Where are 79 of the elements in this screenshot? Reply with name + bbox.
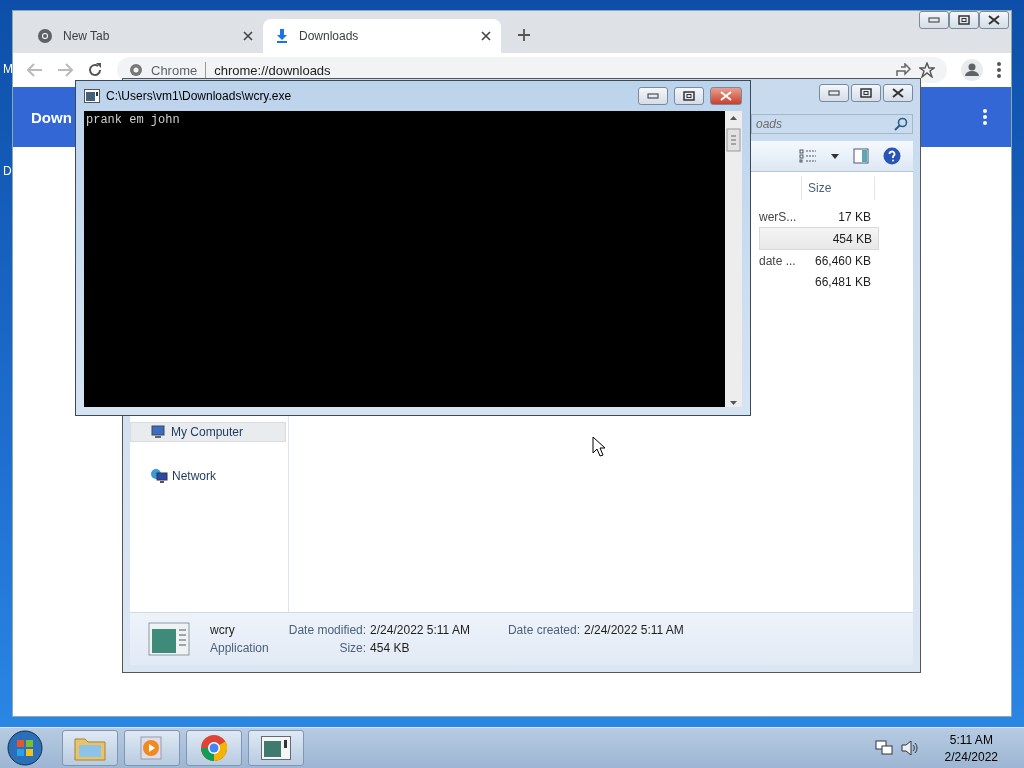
chrome-logo-icon	[200, 734, 228, 762]
nav-item[interactable]: Network	[130, 466, 286, 486]
maximize-icon	[958, 15, 970, 25]
file-size: 66,460 KB	[813, 253, 872, 268]
close-icon	[988, 15, 1000, 25]
taskbar-button[interactable]	[186, 730, 242, 766]
minimize-icon	[928, 17, 940, 23]
profile-icon[interactable]	[961, 59, 983, 81]
computer-icon	[151, 425, 167, 439]
file-row[interactable]: 66,481 KB	[759, 271, 879, 292]
minimize-icon	[828, 90, 840, 96]
view-options-icon[interactable]	[799, 149, 817, 163]
close-icon	[720, 91, 732, 101]
maximize-button[interactable]	[851, 84, 881, 102]
detail-label: Date created:	[507, 623, 580, 637]
file-name: werS...	[759, 209, 798, 224]
file-name: wcry	[210, 623, 236, 637]
folder-icon	[74, 735, 106, 761]
minimize-icon	[647, 93, 659, 99]
close-icon[interactable]	[481, 31, 491, 41]
reload-icon[interactable]	[87, 62, 103, 78]
browser-tab[interactable]: Downloads	[263, 19, 501, 53]
search-field[interactable]: oads	[751, 114, 913, 134]
minimize-button[interactable]	[638, 87, 668, 105]
chrome-logo-icon	[129, 63, 143, 77]
volume-icon[interactable]	[900, 740, 919, 756]
detail-value: 2/24/2022 5:11 AM	[370, 623, 470, 637]
network-icon	[150, 468, 168, 484]
nav-item[interactable]: My Computer	[130, 422, 286, 442]
network-icon[interactable]	[874, 740, 893, 756]
desktop-icon-label: M	[3, 62, 13, 76]
star-icon[interactable]	[919, 62, 935, 78]
chrome-logo-icon	[37, 28, 53, 44]
page-title: Down	[31, 108, 72, 126]
browser-tab[interactable]: New Tab	[25, 19, 263, 53]
file-size: 454 KB	[831, 231, 873, 246]
file-row[interactable]: werS... 17 KB	[759, 206, 879, 227]
maximize-button[interactable]	[674, 87, 704, 105]
dropdown-caret-icon[interactable]	[831, 153, 839, 159]
search-icon[interactable]	[894, 117, 908, 131]
preview-pane-icon[interactable]	[853, 148, 869, 164]
detail-label: Date modified:	[288, 623, 367, 637]
window-title: C:\Users\vm1\Downloads\wcry.exe	[106, 89, 293, 103]
maximize-button[interactable]	[949, 11, 979, 29]
menu-icon[interactable]	[997, 62, 1001, 78]
column-header[interactable]: Size	[801, 176, 875, 200]
mouse-cursor-icon	[592, 436, 606, 457]
console-app-icon	[84, 89, 100, 103]
close-button[interactable]	[883, 84, 913, 102]
desktop-icon-label: D	[3, 164, 12, 178]
close-button[interactable]	[979, 11, 1009, 29]
close-icon[interactable]	[243, 31, 253, 41]
file-row[interactable]: date ... 66,460 KB	[759, 250, 879, 271]
file-type: Application	[210, 641, 269, 655]
close-icon	[892, 88, 904, 98]
taskbar-button[interactable]	[248, 730, 304, 766]
console-text: prank em john	[86, 113, 181, 127]
start-button[interactable]	[6, 729, 44, 767]
media-player-icon	[139, 735, 165, 761]
plus-icon	[517, 28, 531, 42]
detail-value: 454 KB	[370, 641, 411, 655]
clock[interactable]: 5:11 AM 2/24/2022	[944, 732, 998, 764]
download-icon	[275, 28, 289, 44]
maximize-icon	[683, 91, 695, 101]
scrollbar[interactable]	[725, 111, 742, 407]
file-size: 17 KB	[837, 209, 872, 224]
help-icon[interactable]	[883, 147, 901, 165]
detail-label: Size:	[338, 641, 367, 655]
maximize-icon	[860, 88, 872, 98]
url-text: chrome://downloads	[214, 62, 331, 78]
site-label: Chrome	[151, 62, 198, 78]
file-name: date ...	[759, 253, 797, 268]
file-size: 66,481 KB	[813, 274, 872, 289]
file-row[interactable]: 454 KB	[759, 227, 879, 250]
menu-icon[interactable]	[983, 109, 987, 125]
share-icon[interactable]	[895, 63, 911, 77]
console-app-icon	[261, 736, 291, 760]
detail-value: 2/24/2022 5:11 AM	[584, 623, 684, 637]
application-icon	[148, 622, 190, 656]
